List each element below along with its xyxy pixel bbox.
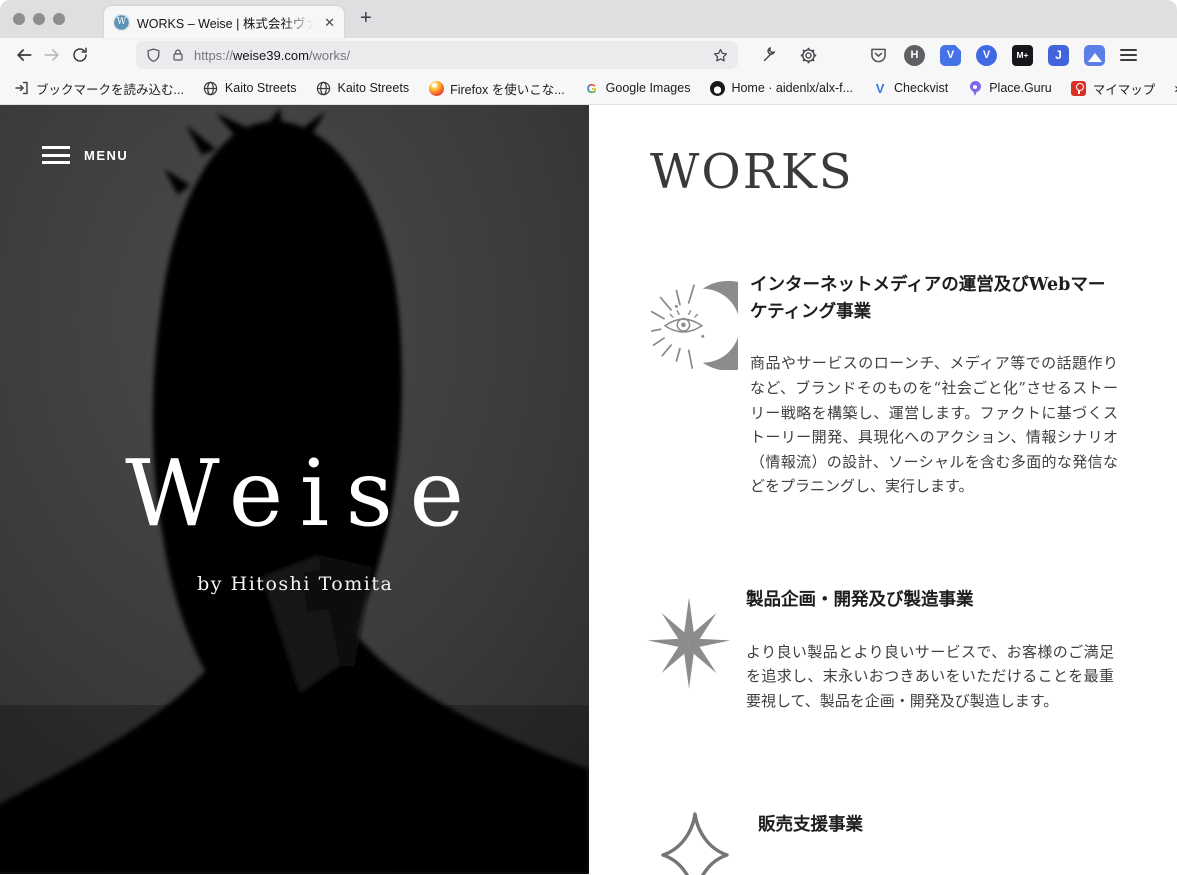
back-button[interactable] bbox=[10, 42, 38, 68]
work-section-product: 製品企画・開発及び製造事業 より良い製品とより良いサービスで、お客様のご満足を追… bbox=[650, 587, 1137, 713]
site-logo-subtitle: by Hitoshi Tomita bbox=[0, 573, 589, 595]
tab-title: WORKS – Weise | 株式会社ヴァイ bbox=[137, 13, 317, 32]
firefox-icon bbox=[428, 80, 444, 96]
traffic-lights bbox=[13, 13, 65, 25]
bookmark-item-kaito-1[interactable]: Kaito Streets bbox=[203, 80, 297, 96]
v-circle-extension-icon[interactable]: V bbox=[976, 45, 997, 66]
map-pin-icon bbox=[1071, 80, 1087, 96]
bookmark-item-import[interactable]: ブックマークを読み込む... bbox=[14, 79, 184, 98]
profile-h-icon[interactable]: H bbox=[904, 45, 925, 66]
bookmark-item-github-home[interactable]: Home · aidenlx/alx-f... bbox=[709, 80, 853, 96]
gear-icon bbox=[799, 46, 818, 65]
moon-eye-icon bbox=[650, 278, 738, 499]
new-tab-button[interactable]: + bbox=[352, 5, 380, 32]
bookmark-item-checkvist[interactable]: V Checkvist bbox=[872, 80, 948, 96]
bookmark-label: Firefox を使いこな... bbox=[450, 79, 565, 98]
url-domain: weise39.com bbox=[233, 48, 309, 63]
github-icon bbox=[709, 80, 725, 96]
navigation-toolbar: https://weise39.com/works/ H V V M+ J bbox=[0, 38, 1177, 72]
work-body: より良い製品とより良いサービスで、お客様のご満足を追求し、末永いおつきあいをいた… bbox=[746, 640, 1114, 714]
forward-button[interactable] bbox=[38, 42, 66, 68]
place-guru-icon bbox=[967, 80, 983, 96]
work-section-sales: 販売支援事業 bbox=[650, 812, 1137, 875]
checkvist-icon: V bbox=[872, 80, 888, 96]
bookmark-label: Place.Guru bbox=[989, 81, 1052, 95]
bookmark-item-mymap[interactable]: マイマップ bbox=[1071, 79, 1156, 98]
page-content: MENU Weise by Hitoshi Tomita WORKS bbox=[0, 105, 1177, 874]
google-icon: G bbox=[584, 80, 600, 96]
bookmark-label: Kaito Streets bbox=[338, 81, 410, 95]
site-logo: Weise bbox=[0, 443, 589, 544]
minimize-window-button[interactable] bbox=[33, 13, 45, 25]
url-scheme: https:// bbox=[194, 48, 233, 63]
bookmark-label: ブックマークを読み込む... bbox=[36, 79, 184, 98]
pocket-icon[interactable] bbox=[868, 45, 889, 66]
bookmark-star-icon[interactable] bbox=[712, 47, 729, 64]
bookmark-item-place-guru[interactable]: Place.Guru bbox=[967, 80, 1052, 96]
wrench-icon bbox=[761, 46, 779, 64]
import-icon bbox=[14, 80, 30, 96]
mountain-app-extension-icon[interactable] bbox=[1084, 45, 1105, 66]
works-panel: WORKS bbox=[589, 105, 1177, 874]
lock-icon bbox=[170, 47, 186, 63]
bookmark-item-google-images[interactable]: G Google Images bbox=[584, 80, 691, 96]
bookmark-label: Google Images bbox=[606, 81, 691, 95]
work-body: 商品やサービスのローンチ、メディア等での話題作りなど、ブランドそのものを“社会ご… bbox=[750, 351, 1118, 499]
markdown-plus-extension-icon[interactable]: M+ bbox=[1012, 45, 1033, 66]
work-heading: 販売支援事業 bbox=[758, 812, 1126, 839]
hamburger-icon bbox=[42, 146, 70, 164]
diamond-sparkle-icon bbox=[658, 810, 746, 875]
forward-arrow-icon bbox=[42, 45, 62, 65]
j-app-extension-icon[interactable]: J bbox=[1048, 45, 1069, 66]
bookmark-label: Kaito Streets bbox=[225, 81, 297, 95]
globe-icon bbox=[203, 80, 219, 96]
hero-panel: MENU Weise by Hitoshi Tomita bbox=[0, 105, 589, 874]
v-document-extension-icon[interactable]: V bbox=[940, 45, 961, 66]
globe-icon bbox=[316, 80, 332, 96]
work-heading: 製品企画・開発及び製造事業 bbox=[746, 587, 1114, 614]
reload-button[interactable] bbox=[66, 42, 94, 68]
bookmark-label: マイマップ bbox=[1093, 79, 1156, 98]
bookmark-label: Checkvist bbox=[894, 81, 948, 95]
reload-icon bbox=[71, 46, 89, 64]
bookmark-item-kaito-2[interactable]: Kaito Streets bbox=[316, 80, 410, 96]
close-window-button[interactable] bbox=[13, 13, 25, 25]
sparkle-star-icon bbox=[646, 597, 734, 713]
bookmark-item-firefox[interactable]: Firefox を使いこな... bbox=[428, 79, 565, 98]
menu-button[interactable]: MENU bbox=[42, 146, 128, 164]
bookmark-label: Home · aidenlx/alx-f... bbox=[731, 81, 853, 95]
page-title: WORKS bbox=[650, 145, 1137, 200]
zoom-window-button[interactable] bbox=[53, 13, 65, 25]
work-heading: インターネットメディアの運営及びWebマーケティング事業 bbox=[750, 272, 1118, 325]
tab-close-icon[interactable]: ✕ bbox=[324, 16, 335, 29]
wordpress-favicon-icon: W bbox=[113, 14, 130, 31]
extension-wrench-button[interactable] bbox=[756, 42, 784, 68]
bookmarks-bar: ブックマークを読み込む... Kaito Streets Kaito Stree… bbox=[0, 72, 1177, 105]
active-tab[interactable]: W WORKS – Weise | 株式会社ヴァイ ✕ bbox=[104, 6, 344, 38]
settings-button[interactable] bbox=[794, 42, 822, 68]
shield-icon[interactable] bbox=[145, 47, 162, 64]
tab-bar: W WORKS – Weise | 株式会社ヴァイ ✕ + bbox=[0, 0, 1177, 38]
menu-label: MENU bbox=[84, 148, 128, 163]
url-path: /works/ bbox=[309, 48, 350, 63]
back-arrow-icon bbox=[14, 45, 34, 65]
extension-cluster: H V V M+ J bbox=[868, 45, 1137, 66]
browser-window: W WORKS – Weise | 株式会社ヴァイ ✕ + https://we… bbox=[0, 0, 1177, 875]
url-text[interactable]: https://weise39.com/works/ bbox=[194, 48, 704, 63]
work-section-media: インターネットメディアの運営及びWebマーケティング事業 商品やサービスのローン… bbox=[650, 272, 1137, 499]
app-menu-icon[interactable] bbox=[1120, 49, 1137, 61]
url-bar[interactable]: https://weise39.com/works/ bbox=[136, 41, 738, 69]
